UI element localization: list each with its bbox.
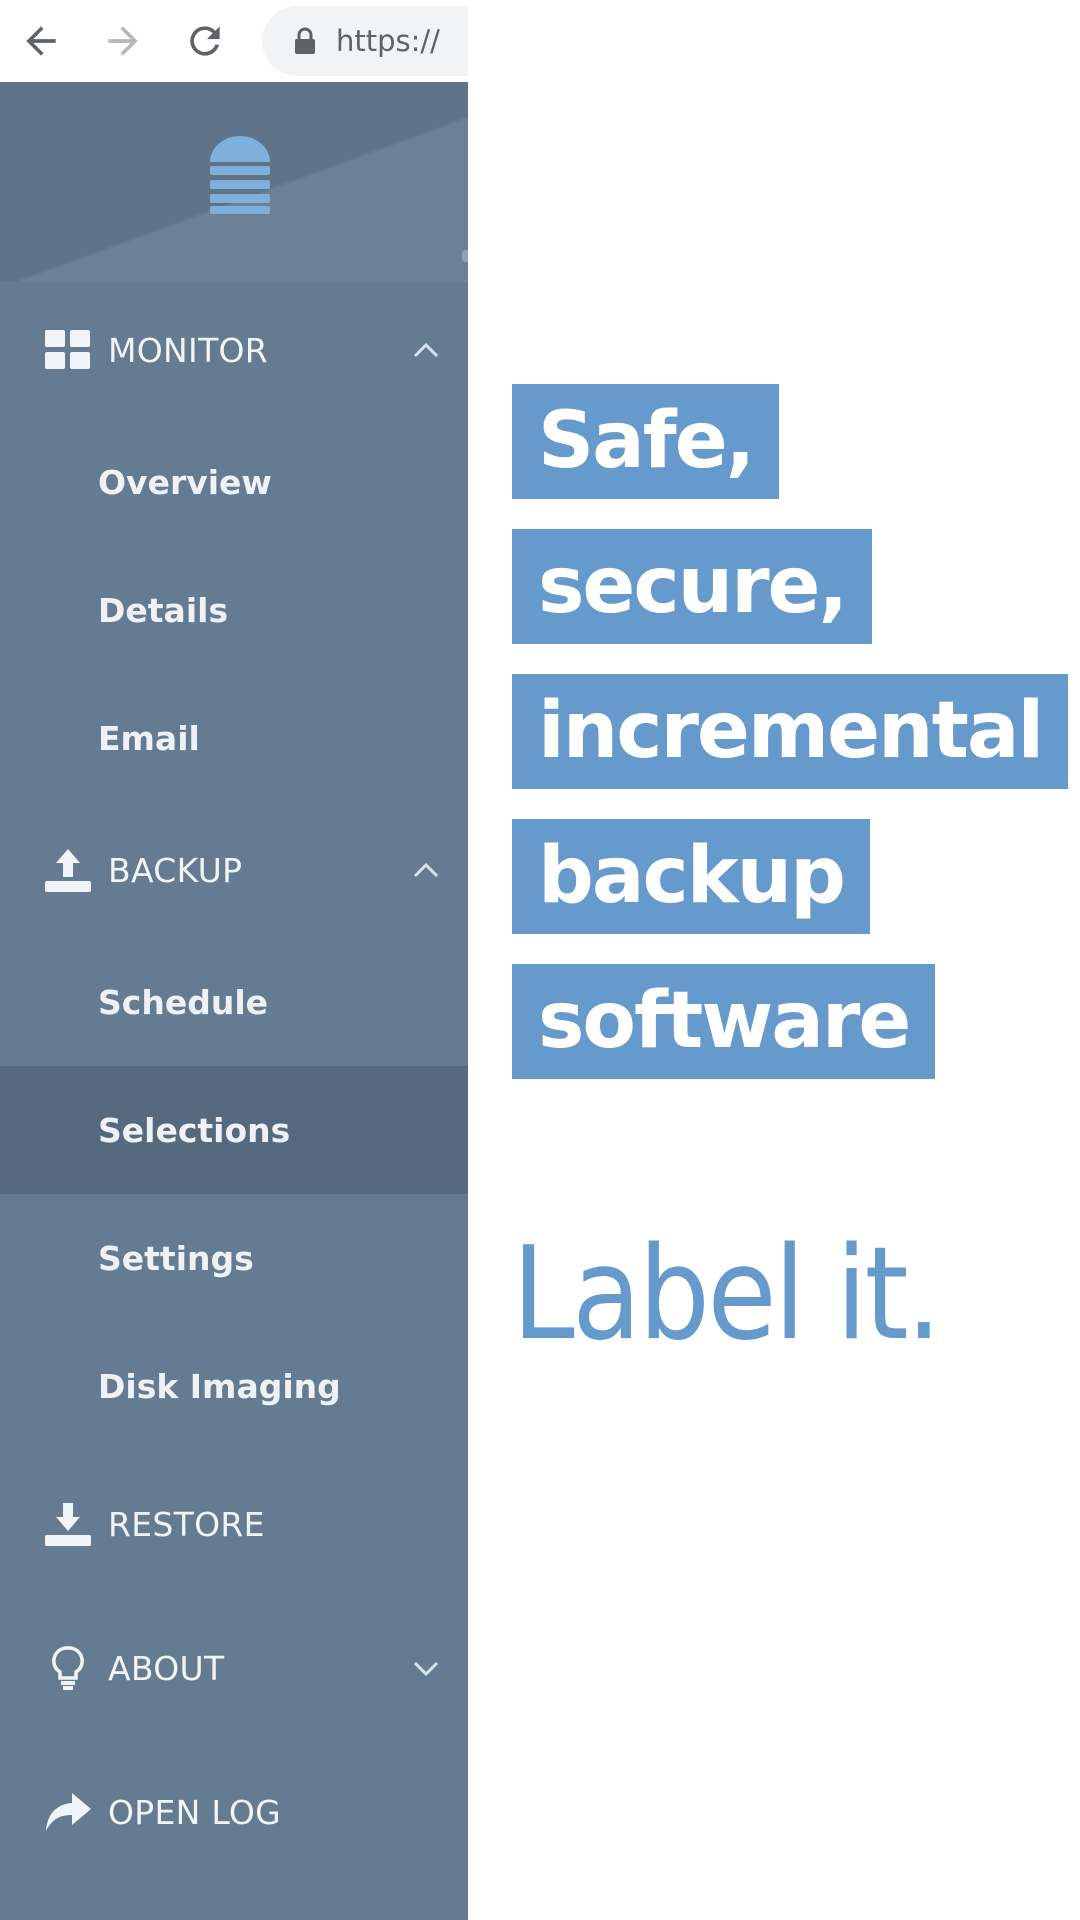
arrow-left-icon — [26, 26, 56, 56]
share-arrow-icon — [44, 1788, 92, 1836]
section-label-open-log: OPEN LOG — [108, 1792, 282, 1832]
section-label-about: ABOUT — [108, 1648, 225, 1688]
sidebar-item-settings[interactable]: Settings — [0, 1194, 468, 1322]
sidebar-item-label: Overview — [98, 462, 272, 502]
section-about[interactable]: ABOUT — [0, 1598, 468, 1738]
section-monitor[interactable]: MONITOR — [0, 282, 468, 418]
dashboard-icon — [44, 326, 92, 374]
headline-word: software — [512, 964, 936, 1079]
chevron-up-icon[interactable] — [410, 334, 442, 366]
section-backup[interactable]: BACKUP — [0, 802, 468, 938]
section-restore[interactable]: RESTORE — [0, 1450, 468, 1598]
sidebar-item-overview[interactable]: Overview — [0, 418, 468, 546]
sidebar-item-selections[interactable]: Selections — [0, 1066, 468, 1194]
sidebar-item-schedule[interactable]: Schedule — [0, 938, 468, 1066]
sidebar-item-email[interactable]: Email — [0, 674, 468, 802]
sidebar-item-details[interactable]: Details — [0, 546, 468, 674]
section-label-backup: BACKUP — [108, 850, 243, 890]
chevron-up-icon[interactable] — [410, 854, 442, 886]
sidebar-item-label: Selections — [98, 1110, 291, 1150]
sidebar-item-label: Settings — [98, 1238, 254, 1278]
tagline: Label it. — [512, 1220, 942, 1369]
address-bar[interactable]: https:// — [262, 6, 468, 76]
url-text: https:// — [336, 24, 440, 58]
collapse-handle[interactable] — [462, 250, 468, 262]
section-label-restore: RESTORE — [108, 1504, 265, 1544]
section-label-monitor: MONITOR — [108, 330, 269, 370]
headline-word: backup — [512, 819, 870, 934]
back-button[interactable] — [11, 11, 71, 71]
sidebar-item-label: Schedule — [98, 982, 269, 1022]
sidebar-header — [0, 82, 468, 282]
headline-word: Safe, — [512, 384, 780, 499]
headline-word: secure, — [512, 529, 873, 644]
browser-toolbar: https:// — [0, 0, 468, 82]
download-icon — [44, 1500, 92, 1548]
forward-button[interactable] — [93, 11, 153, 71]
reload-icon — [190, 26, 220, 56]
sidebar-item-disk-imaging[interactable]: Disk Imaging — [0, 1322, 468, 1450]
nav-list: MONITOR Overview Details Email BACKUP Sc… — [0, 282, 468, 1886]
sidebar-item-label: Details — [98, 590, 229, 630]
chevron-down-icon[interactable] — [410, 1652, 442, 1684]
sidebar-item-label: Disk Imaging — [98, 1366, 341, 1406]
sidebar-item-label: Email — [98, 718, 200, 758]
app-logo-icon — [210, 136, 270, 214]
sidebar: MONITOR Overview Details Email BACKUP Sc… — [0, 82, 468, 1920]
lightbulb-icon — [44, 1644, 92, 1692]
page: https:// MONITOR Overview Details Email … — [0, 0, 1080, 1920]
hero-headline: Safe, secure, incremental backup softwar… — [512, 384, 1069, 1109]
arrow-right-icon — [108, 26, 138, 56]
upload-icon — [44, 846, 92, 894]
reload-button[interactable] — [175, 11, 235, 71]
headline-word: incremental — [512, 674, 1069, 789]
lock-icon — [292, 26, 318, 56]
section-open-log[interactable]: OPEN LOG — [0, 1738, 468, 1886]
